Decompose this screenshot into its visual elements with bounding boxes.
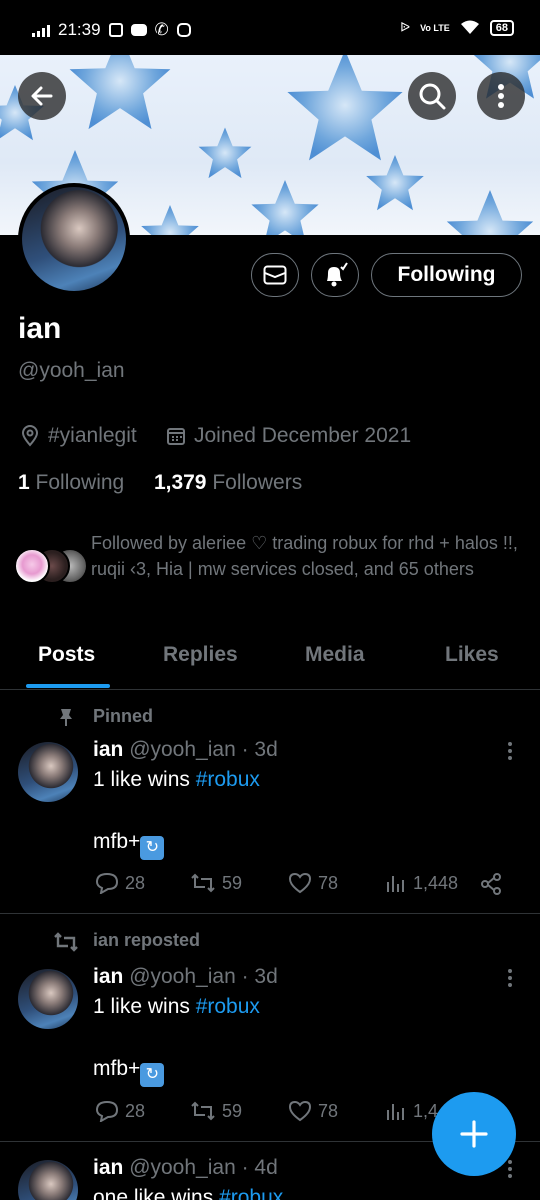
hashtag-link[interactable]: #robux (219, 1186, 283, 1200)
heart-icon (288, 1100, 312, 1122)
post-text-line2: mfb+ ↻ (93, 830, 165, 860)
arrow-left-icon (31, 86, 53, 106)
like-button[interactable]: 78 (288, 1100, 338, 1122)
calendar-icon (167, 428, 185, 445)
follow-counts: 1 Following 1,379 Followers (18, 471, 302, 495)
repost-count: 59 (222, 1100, 243, 1121)
plus-icon (460, 1120, 488, 1148)
youtube-notification-icon (130, 24, 147, 36)
reply-button[interactable]: 28 (95, 872, 145, 894)
post-header: ian @yooh_ian · 3d (93, 738, 278, 762)
signal-icon (32, 23, 50, 37)
repost-button[interactable]: 59 (190, 1100, 242, 1122)
pinned-label: Pinned (93, 706, 154, 726)
tab-media[interactable]: Media (305, 643, 365, 667)
notifications-button[interactable] (311, 253, 359, 297)
share-icon[interactable] (480, 873, 502, 895)
post-text-line2: mfb+ ↻ (93, 1057, 165, 1087)
like-count: 78 (318, 1100, 339, 1121)
post-author-name[interactable]: ian (93, 965, 123, 988)
analytics-icon (387, 876, 404, 892)
missed-call-icon: ✆ (154, 20, 169, 39)
pin-icon (60, 709, 72, 726)
location-pin-icon (21, 425, 39, 447)
tab-likes[interactable]: Likes (445, 643, 499, 667)
following-button[interactable]: Following (371, 253, 522, 297)
analytics-icon (387, 1104, 404, 1120)
repeat-emoji-icon: ↻ (140, 1063, 165, 1087)
post-text-line1: 1 like wins #robux (93, 995, 260, 1018)
hashtag-link[interactable]: #robux (196, 768, 260, 791)
joined-text: Joined December 2021 (194, 424, 412, 447)
post-author-avatar[interactable] (18, 1160, 78, 1200)
hashtag-link[interactable]: #robux (196, 995, 260, 1018)
status-bar: 21:39 ✆ ᐉ Vo LTE 68 (0, 0, 540, 60)
like-count: 78 (318, 872, 339, 893)
search-icon (419, 83, 446, 110)
back-button[interactable] (18, 72, 66, 120)
more-options-button[interactable] (477, 72, 525, 120)
following-count-link[interactable]: 1 Following (18, 471, 124, 494)
post-handle-time: @yooh_ian · 4d (129, 1156, 278, 1179)
location-link[interactable]: #yianlegit (48, 424, 137, 448)
followers-count-link[interactable]: 1,379 Followers (154, 471, 302, 494)
post-divider (0, 913, 540, 914)
repost-icon (191, 873, 215, 893)
username-handle: @yooh_ian (18, 359, 125, 382)
views-button[interactable]: 1,448 (385, 872, 458, 894)
repost-count: 59 (222, 872, 243, 893)
gallery-notification-icon (108, 23, 123, 37)
volte-badge: Vo LTE (420, 22, 450, 33)
reply-count: 28 (125, 1100, 146, 1121)
post-text-line1: 1 like wins #robux (93, 768, 260, 791)
display-name: ian (18, 312, 62, 345)
post-author-name[interactable]: ian (93, 1156, 123, 1179)
post-header: ian @yooh_ian · 3d (93, 965, 278, 989)
repost-icon (191, 1101, 215, 1121)
follower-avatar-1 (14, 548, 50, 584)
search-button[interactable] (408, 72, 456, 120)
bell-check-icon (327, 262, 348, 287)
profile-avatar[interactable] (18, 183, 130, 295)
tab-posts[interactable]: Posts (38, 643, 95, 667)
post-author-avatar[interactable] (18, 742, 78, 802)
post-more-icon[interactable] (508, 969, 512, 987)
post-more-icon[interactable] (508, 1160, 512, 1178)
repost-button[interactable]: 59 (190, 872, 242, 894)
join-date: Joined December 2021 (166, 424, 411, 448)
status-time: 21:39 (58, 20, 101, 39)
post-author-name[interactable]: ian (93, 738, 123, 761)
reply-icon (95, 872, 119, 894)
followed-by-text[interactable]: Followed by aleriee ♡ trading robux for … (91, 530, 521, 582)
message-button[interactable] (251, 253, 299, 297)
post-item[interactable]: Pinned ian @yooh_ian · 3d 1 like wins #r… (0, 700, 540, 912)
active-tab-indicator (26, 684, 110, 688)
battery-indicator: 68 (489, 20, 514, 36)
wifi-icon (460, 20, 479, 34)
post-author-avatar[interactable] (18, 969, 78, 1029)
like-button[interactable]: 78 (288, 872, 338, 894)
reposted-label[interactable]: ian reposted (93, 930, 200, 951)
location: #yianlegit (20, 424, 137, 448)
instagram-notification-icon (176, 23, 191, 37)
post-text-line1: one like wins #robux (93, 1186, 283, 1200)
heart-icon (288, 872, 312, 894)
post-handle-time: @yooh_ian · 3d (129, 965, 278, 988)
views-button[interactable]: 1,4 (385, 1100, 438, 1122)
repost-context-icon (54, 932, 78, 952)
envelope-icon (263, 265, 287, 285)
bluetooth-icon: ᐉ (400, 20, 411, 35)
reply-count: 28 (125, 872, 146, 893)
view-count: 1,448 (413, 872, 459, 893)
more-vertical-icon (498, 84, 504, 108)
tab-replies[interactable]: Replies (163, 643, 238, 667)
post-more-icon[interactable] (508, 742, 512, 760)
compose-post-button[interactable] (432, 1092, 516, 1176)
reply-icon (95, 1100, 119, 1122)
repeat-emoji-icon: ↻ (140, 836, 165, 860)
post-handle-time: @yooh_ian · 3d (129, 738, 278, 761)
reply-button[interactable]: 28 (95, 1100, 145, 1122)
post-header: ian @yooh_ian · 4d (93, 1156, 278, 1180)
tabs-divider (0, 689, 540, 690)
